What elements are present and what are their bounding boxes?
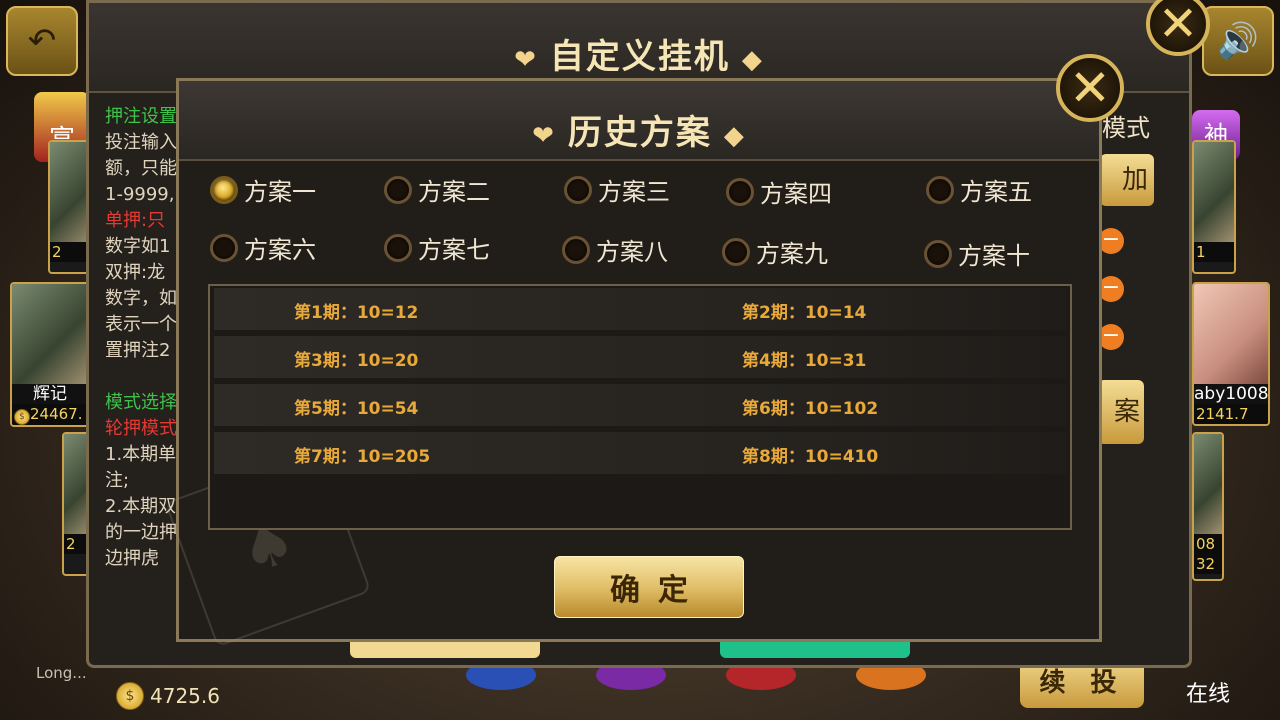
- user-coins: $ 4725.6: [116, 682, 220, 710]
- radio-dot-icon[interactable]: [722, 237, 750, 266]
- plan-label: 方案五: [960, 178, 1032, 206]
- diamond-icon: ◆: [741, 45, 764, 75]
- plan-radio-7[interactable]: 方案七: [384, 230, 490, 265]
- add-button[interactable]: 加: [1100, 154, 1154, 206]
- plan-label: 方案三: [598, 178, 670, 206]
- plan-label: 方案一: [244, 178, 316, 206]
- plan-button[interactable]: 案: [1098, 380, 1144, 444]
- plan-label: 方案六: [244, 236, 316, 264]
- plan-label: 方案八: [596, 238, 668, 266]
- record-item: 第6期：10=102: [742, 399, 879, 419]
- player-name: aby1008: [1194, 384, 1269, 404]
- record-item: 第7期：10=205: [294, 447, 431, 467]
- instruction-line: 表示一个: [105, 314, 177, 335]
- plan-radio-5[interactable]: 方案五: [926, 172, 1032, 207]
- record-row: 第1期：10=12 第2期：10=14: [214, 288, 1066, 330]
- sound-button[interactable]: 🔊: [1202, 6, 1274, 76]
- record-row: 第5期：10=54 第6期：10=102: [214, 384, 1066, 426]
- instruction-line: [105, 364, 185, 390]
- player-seat-right[interactable]: aby1008 2141.7: [1192, 282, 1270, 426]
- instruction-line: 押注设置: [105, 106, 177, 127]
- instruction-line: 双押:龙: [105, 262, 166, 283]
- plan-radio-4[interactable]: 方案四: [726, 174, 832, 209]
- record-item: 第2期：10=14: [742, 303, 867, 323]
- radio-dot-icon[interactable]: [726, 177, 754, 206]
- record-item: 第1期：10=12: [294, 303, 419, 323]
- radio-dot-icon[interactable]: [210, 175, 238, 204]
- instruction-line: 置押注2: [105, 340, 171, 361]
- instruction-line: 边押虎: [105, 548, 159, 569]
- coin-icon: $: [14, 409, 30, 425]
- avatar: [1194, 284, 1268, 384]
- record-item: 第8期：10=410: [742, 447, 879, 467]
- coin-icon: $: [116, 682, 144, 710]
- dialog-title: ❤ 自定义挂机 ◆: [514, 37, 764, 77]
- instruction-line: 1.本期单: [105, 444, 177, 465]
- instruction-line: 轮押模式: [105, 418, 177, 439]
- dialog-header: ❤ 历史方案 ◆: [179, 81, 1099, 161]
- radio-dot-icon[interactable]: [562, 235, 590, 264]
- instruction-line: 模式选择: [105, 392, 177, 413]
- back-arrow-icon: ↶: [27, 21, 57, 61]
- diamond-icon: ◆: [723, 121, 746, 151]
- close-icon: ✕: [1157, 0, 1199, 52]
- player-seat-right-top[interactable]: 1: [1192, 140, 1236, 274]
- player-coins: 2141.7: [1194, 404, 1268, 424]
- radio-dot-icon[interactable]: [210, 233, 238, 262]
- instruction-line: 数字如1: [105, 236, 171, 257]
- instruction-line: 注;: [105, 470, 130, 491]
- heart-icon: ❤: [532, 121, 556, 151]
- plan-radio-2[interactable]: 方案二: [384, 172, 490, 207]
- record-row: 第7期：10=205 第8期：10=410: [214, 432, 1066, 474]
- record-row: 第3期：10=20 第4期：10=31: [214, 336, 1066, 378]
- instruction-line: 额，只能: [105, 158, 177, 179]
- player-coins: 32: [1194, 554, 1222, 574]
- radio-dot-icon[interactable]: [926, 175, 954, 204]
- speaker-icon: 🔊: [1216, 21, 1260, 61]
- player-coins: 08: [1194, 534, 1222, 554]
- avatar: [1194, 142, 1234, 242]
- plan-label: 方案九: [756, 240, 828, 268]
- player-seat-left[interactable]: 辉记 $24467.: [10, 282, 90, 427]
- avatar: [12, 284, 88, 384]
- record-item: 第5期：10=54: [294, 399, 419, 419]
- plan-label: 方案七: [418, 236, 490, 264]
- confirm-button[interactable]: 确定: [554, 556, 744, 618]
- instruction-line: 单押:只: [105, 210, 166, 231]
- plan-radio-1[interactable]: 方案一: [210, 172, 316, 207]
- radio-dot-icon[interactable]: [564, 175, 592, 204]
- dialog-title: ❤ 历史方案 ◆: [532, 113, 746, 153]
- player-coins: 1: [1194, 242, 1234, 262]
- plan-label: 方案四: [760, 180, 832, 208]
- record-item: 第3期：10=20: [294, 351, 419, 371]
- plan-radio-6[interactable]: 方案六: [210, 230, 316, 265]
- player-coins: $24467.: [12, 404, 88, 425]
- heart-icon: ❤: [514, 45, 538, 75]
- instruction-line: 数字，如: [105, 288, 177, 309]
- online-label[interactable]: 在线: [1186, 676, 1230, 708]
- user-name: Long...: [36, 664, 87, 682]
- plan-radio-10[interactable]: 方案十: [924, 236, 1030, 271]
- inner-close-button[interactable]: ✕: [1056, 54, 1124, 122]
- radio-dot-icon[interactable]: [384, 175, 412, 204]
- record-item: 第4期：10=31: [742, 351, 867, 371]
- instruction-line: 投注输入: [105, 132, 177, 153]
- plan-radio-8[interactable]: 方案八: [562, 232, 668, 267]
- plan-radio-3[interactable]: 方案三: [564, 172, 670, 207]
- plan-label: 方案二: [418, 178, 490, 206]
- history-records-panel: 第1期：10=12 第2期：10=14 第3期：10=20 第4期：10=31 …: [208, 284, 1072, 530]
- instruction-line: 1-9999,: [105, 184, 175, 205]
- back-button[interactable]: ↶: [6, 6, 78, 76]
- close-icon: ✕: [1069, 59, 1111, 117]
- plan-label: 方案十: [958, 242, 1030, 270]
- player-seat-right-bottom[interactable]: 08 32: [1192, 432, 1224, 581]
- radio-dot-icon[interactable]: [384, 233, 412, 262]
- avatar: [1194, 434, 1222, 534]
- radio-dot-icon[interactable]: [924, 239, 952, 268]
- player-name: 辉记: [12, 384, 88, 404]
- plan-radio-9[interactable]: 方案九: [722, 234, 828, 269]
